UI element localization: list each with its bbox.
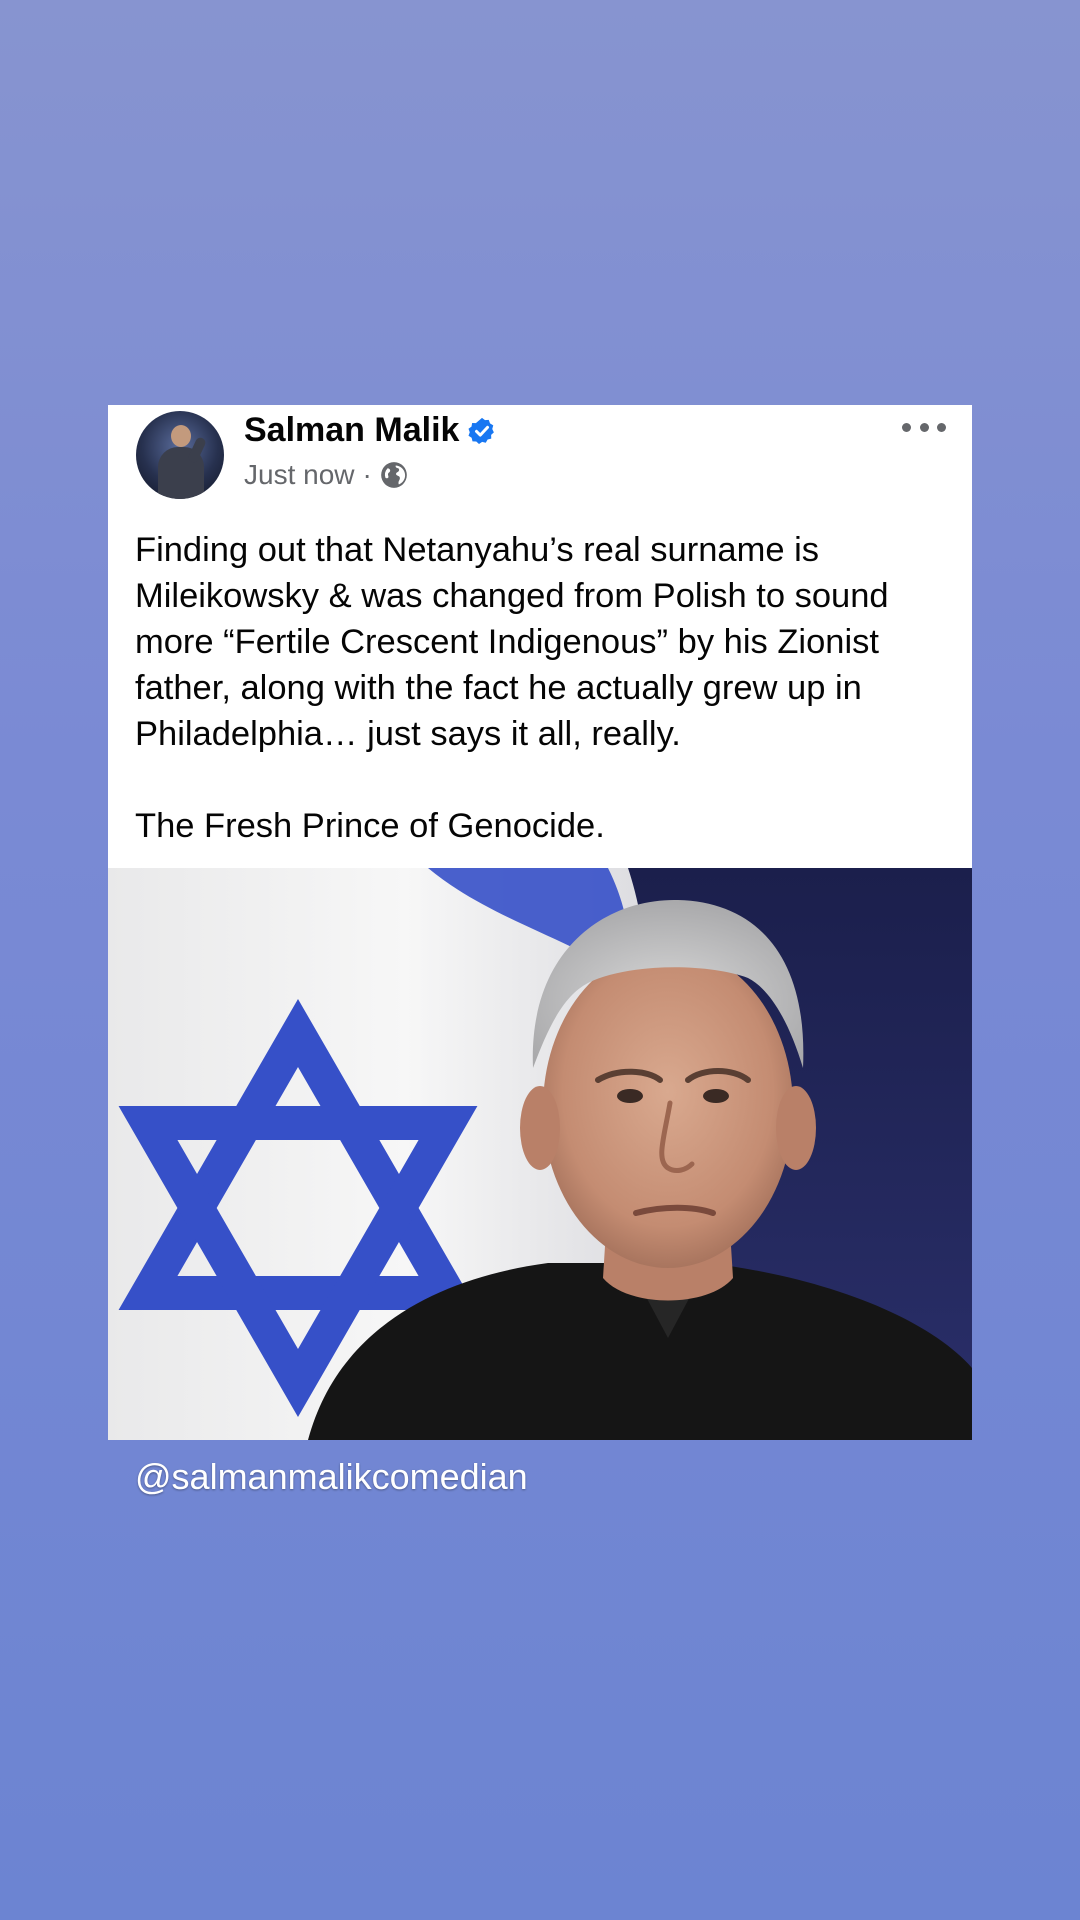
creator-handle: @salmanmalikcomedian: [135, 1456, 528, 1497]
meta-separator: ·: [362, 459, 372, 490]
author-name[interactable]: Salman Malik: [244, 411, 459, 450]
post-card: Salman Malik Just now · Finding out that…: [108, 405, 972, 1440]
avatar[interactable]: [136, 411, 224, 499]
more-options-icon[interactable]: [902, 415, 946, 439]
post-paragraph: Finding out that Netanyahu’s real surnam…: [135, 531, 889, 753]
verified-badge-icon: [468, 417, 495, 444]
more-dot: [919, 422, 929, 432]
avatar-person-head: [171, 425, 191, 447]
globe-icon[interactable]: [380, 461, 408, 489]
more-dot: [902, 422, 911, 432]
author-row: Salman Malik: [244, 411, 497, 450]
post-text: Finding out that Netanyahu’s real surnam…: [135, 527, 955, 849]
post-timestamp[interactable]: Just now: [244, 459, 355, 491]
more-dot: [937, 422, 946, 432]
post-photo[interactable]: [108, 868, 972, 1440]
post-paragraph: The Fresh Prince of Genocide.: [135, 807, 605, 845]
post-meta: Just now ·: [244, 459, 408, 491]
